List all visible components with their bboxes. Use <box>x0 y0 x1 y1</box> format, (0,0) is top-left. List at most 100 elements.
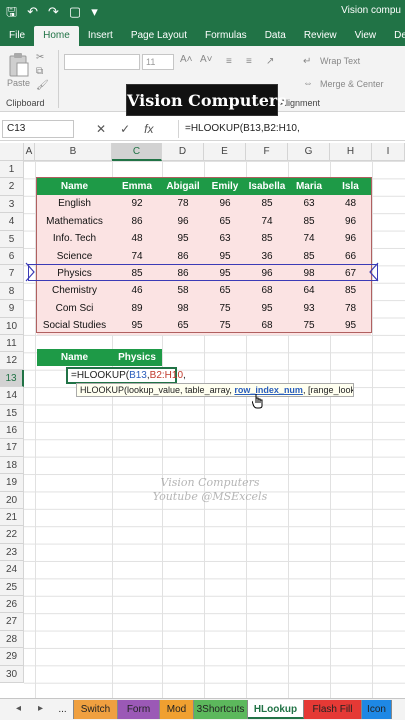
row-header-14[interactable]: 14 <box>0 387 24 405</box>
tab-data[interactable]: Data <box>256 26 295 46</box>
sheet-tab--[interactable]: ... <box>52 700 74 719</box>
merge-center-button[interactable]: Merge & Center <box>320 79 384 89</box>
undo-icon[interactable]: ↶ <box>27 3 38 21</box>
font-name-box[interactable] <box>64 54 140 70</box>
tab-formulas[interactable]: Formulas <box>196 26 256 46</box>
font-size-box[interactable]: 11 <box>142 54 174 70</box>
column-header-e[interactable]: E <box>204 143 246 161</box>
row-header-28[interactable]: 28 <box>0 630 24 649</box>
column-header-i[interactable]: I <box>372 143 405 161</box>
formula-bar: C13 ✕ ✓ fx =HLOOKUP(B13,B2:H10, <box>0 117 405 141</box>
document-title: Vision compu <box>341 5 401 16</box>
align-top-icon[interactable]: ≡ <box>226 56 232 67</box>
sheet-tab-mod[interactable]: Mod <box>160 700 194 719</box>
column-header-f[interactable]: F <box>246 143 288 161</box>
column-header-h[interactable]: H <box>330 143 372 161</box>
paste-icon[interactable] <box>8 52 30 78</box>
column-header-d[interactable]: D <box>162 143 204 161</box>
tab-developer[interactable]: Develop <box>385 26 405 46</box>
row-header-25[interactable]: 25 <box>0 578 24 596</box>
wrap-text-button[interactable]: Wrap Text <box>320 56 360 66</box>
row-header-21[interactable]: 21 <box>0 509 24 527</box>
decrease-font-icon[interactable]: A˅ <box>200 54 213 65</box>
row-header-30[interactable]: 30 <box>0 665 24 683</box>
row-header-22[interactable]: 22 <box>0 526 24 544</box>
row-header-8[interactable]: 8 <box>0 282 24 301</box>
sheet-tab-switch[interactable]: Switch <box>74 700 118 719</box>
tooltip-current-arg[interactable]: row_index_num <box>234 385 303 395</box>
merge-center-icon[interactable]: ⇔ <box>303 78 313 89</box>
tooltip-text-before: HLOOKUP(lookup_value, table_array, <box>80 385 235 395</box>
alignment-group-label: Alignment <box>280 98 321 108</box>
row-header-17[interactable]: 17 <box>0 439 24 457</box>
row-header-10[interactable]: 10 <box>0 317 24 335</box>
column-header-b[interactable]: B <box>35 143 112 161</box>
row-header-7[interactable]: 7 <box>0 265 24 283</box>
row-header-26[interactable]: 26 <box>0 596 24 614</box>
lookup-physics-header[interactable]: Physics <box>112 349 162 367</box>
row-header-20[interactable]: 20 <box>0 491 24 509</box>
insert-function-icon[interactable]: fx <box>144 120 153 138</box>
physics-row-highlight <box>28 264 378 281</box>
row-header-11[interactable]: 11 <box>0 335 24 353</box>
orientation-icon[interactable]: ↗ <box>266 56 274 67</box>
row-header-9[interactable]: 9 <box>0 300 24 318</box>
active-cell-editor[interactable]: =HLOOKUP(B13,B2:H10, <box>66 367 186 384</box>
align-middle-icon[interactable]: ≡ <box>246 56 252 67</box>
row-header-23[interactable]: 23 <box>0 543 24 562</box>
row-pointer-left-icon <box>25 262 35 282</box>
row-header-15[interactable]: 15 <box>0 404 24 422</box>
cancel-icon[interactable]: ✕ <box>96 120 106 138</box>
row-header-18[interactable]: 18 <box>0 456 24 475</box>
row-header-3[interactable]: 3 <box>0 195 24 214</box>
tab-page-layout[interactable]: Page Layout <box>122 26 196 46</box>
channel-banner: Vision Computers <box>126 84 286 116</box>
row-header-24[interactable]: 24 <box>0 561 24 579</box>
row-header-16[interactable]: 16 <box>0 422 24 440</box>
sheet-tab-flash-fill[interactable]: Flash Fill <box>304 700 362 719</box>
tab-home[interactable]: Home <box>34 26 79 46</box>
tooltip-text-after: , [range_lookup]) <box>302 385 354 395</box>
sheet-tab-3shortcuts[interactable]: 3Shortcuts <box>194 700 248 719</box>
tab-insert[interactable]: Insert <box>79 26 122 46</box>
sheet-tab-form[interactable]: Form <box>118 700 160 719</box>
quick-access-toolbar: 🖫 ↶ ↷ ▢ ▾ <box>6 3 98 21</box>
column-header-a[interactable]: A <box>24 143 35 161</box>
formula-input[interactable]: =HLOOKUP(B13,B2:H10, <box>178 120 405 138</box>
enter-icon[interactable]: ✓ <box>120 120 130 138</box>
row-header-19[interactable]: 19 <box>0 474 24 492</box>
name-box[interactable]: C13 <box>2 120 74 138</box>
row-header-13[interactable]: 13 <box>0 369 24 388</box>
row-header-5[interactable]: 5 <box>0 230 24 248</box>
row-header-4[interactable]: 4 <box>0 213 24 231</box>
wrap-text-icon[interactable]: ↵ <box>303 56 311 67</box>
row-header-27[interactable]: 27 <box>0 613 24 631</box>
column-header-g[interactable]: G <box>288 143 330 161</box>
lookup-name-header[interactable]: Name <box>37 349 112 367</box>
prev-sheet-icon[interactable]: ◂ <box>16 703 21 714</box>
new-file-icon[interactable]: ▢ <box>69 3 81 21</box>
save-icon[interactable]: 🖫 <box>6 3 17 21</box>
redo-icon[interactable]: ↷ <box>48 3 59 21</box>
sheet-tab-hlookup[interactable]: HLookup <box>248 700 304 719</box>
sheet-tab-icon[interactable]: Icon <box>362 700 392 719</box>
tab-view[interactable]: View <box>346 26 386 46</box>
increase-font-icon[interactable]: A˄ <box>180 54 193 65</box>
copy-icon[interactable]: ⧉ <box>36 66 43 77</box>
select-all-corner[interactable] <box>0 143 24 161</box>
next-sheet-icon[interactable]: ▸ <box>38 703 43 714</box>
row-header-2[interactable]: 2 <box>0 178 24 196</box>
row-header-12[interactable]: 12 <box>0 352 24 370</box>
paste-button[interactable]: Paste <box>7 78 30 88</box>
ribbon-divider <box>58 50 59 108</box>
row-header-6[interactable]: 6 <box>0 248 24 266</box>
column-header-c[interactable]: C <box>112 143 162 161</box>
row-header-1[interactable]: 1 <box>0 161 24 179</box>
tab-file[interactable]: File <box>0 26 34 46</box>
cut-icon[interactable]: ✂ <box>36 52 44 63</box>
row-header-29[interactable]: 29 <box>0 648 24 666</box>
format-painter-icon[interactable]: 🖌 <box>36 80 49 91</box>
customize-qat-icon[interactable]: ▾ <box>91 3 98 21</box>
watermark-line-1: Vision Computers <box>160 476 260 489</box>
tab-review[interactable]: Review <box>295 26 346 46</box>
